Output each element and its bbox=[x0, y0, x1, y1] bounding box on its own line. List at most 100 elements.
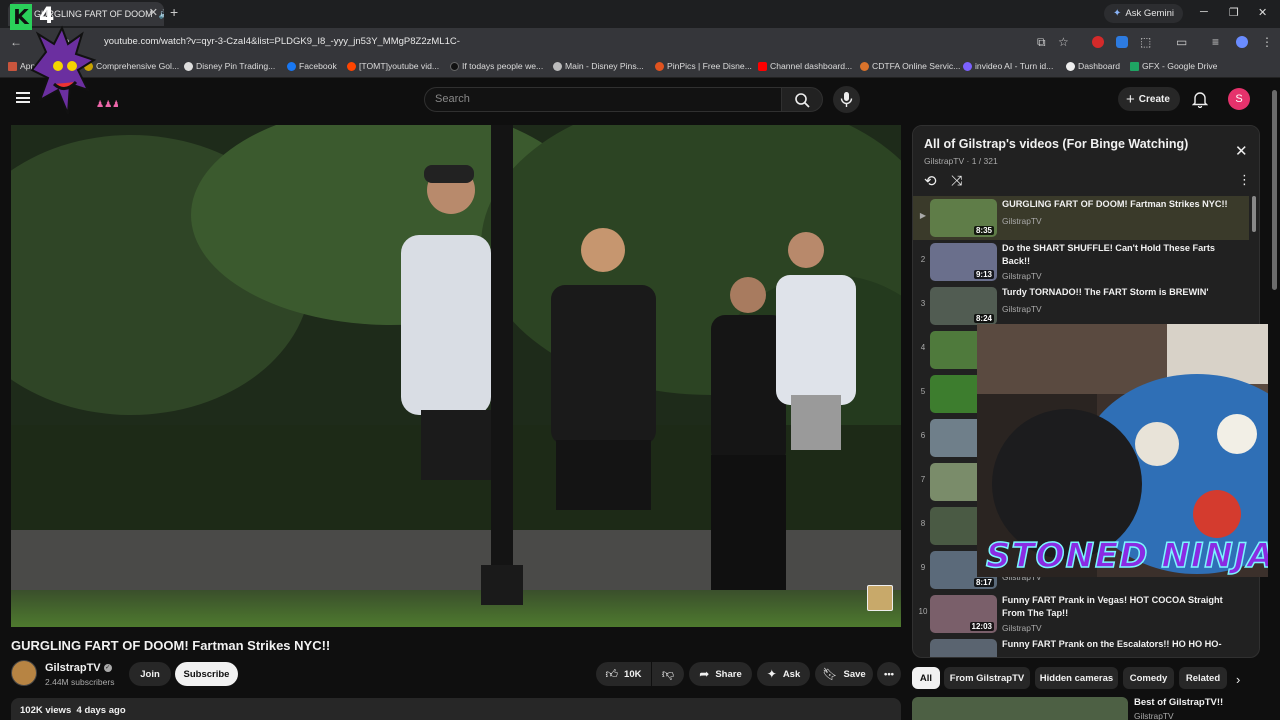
bookmark-item[interactable]: Channel dashboard... bbox=[758, 61, 852, 71]
cartoon-mascot-icon: ♟♟♟ bbox=[30, 25, 118, 115]
create-label: Create bbox=[1138, 93, 1170, 105]
account-avatar[interactable]: S bbox=[1228, 88, 1250, 110]
save-button[interactable]: 🔖︎ Save bbox=[815, 662, 873, 686]
channel-avatar[interactable] bbox=[11, 660, 37, 686]
google-drive-icon bbox=[1130, 61, 1139, 71]
minimize-icon[interactable]: ─ bbox=[1200, 6, 1208, 18]
playlist-item-title: Funny FART Prank on the Escalators!! HO … bbox=[1002, 639, 1222, 649]
gemini-icon: ✦ bbox=[1113, 8, 1122, 19]
now-playing-icon: ▶ bbox=[919, 211, 927, 220]
bookmark-item[interactable]: PinPics | Free Disne... bbox=[655, 61, 752, 71]
playlist-item-title: Do the SHART SHUFFLE! Can't Hold These F… bbox=[1002, 243, 1215, 266]
page-scrollbar[interactable] bbox=[1268, 78, 1280, 720]
bookmark-item[interactable]: invideo AI - Turn id... bbox=[963, 61, 1053, 71]
close-playlist-icon[interactable]: ✕ bbox=[1235, 142, 1248, 160]
subscriber-count: 2.44M subscribers bbox=[45, 677, 115, 687]
bookmark-icon: 🔖︎ bbox=[822, 667, 838, 681]
share-button[interactable]: ➦ Share bbox=[689, 662, 752, 686]
bookmark-item[interactable]: CDTFA Online Servic... bbox=[860, 61, 960, 71]
search-button[interactable] bbox=[781, 87, 823, 112]
playlist-header: All of Gilstrap's videos (For Binge Watc… bbox=[913, 126, 1259, 196]
recommended-video-title[interactable]: Best of GilstrapTV!! bbox=[1134, 697, 1223, 708]
video-thumbnail: 8:24 bbox=[930, 287, 997, 325]
dislike-button[interactable]: 👎︎ bbox=[652, 662, 684, 686]
chip-all[interactable]: All bbox=[912, 667, 940, 689]
chip-hidden-cameras[interactable]: Hidden cameras bbox=[1035, 667, 1118, 689]
bookmark-item[interactable]: Disney Pin Trading... bbox=[184, 61, 275, 71]
chevron-right-icon[interactable]: › bbox=[1236, 672, 1240, 687]
extension-icon[interactable] bbox=[1116, 36, 1128, 48]
bookmark-item[interactable]: GFX - Google Drive bbox=[1130, 61, 1217, 71]
playlist-item[interactable]: 2 9:13 Do the SHART SHUFFLE! Can't Hold … bbox=[913, 240, 1249, 284]
channel-watermark[interactable] bbox=[867, 585, 893, 611]
description-box[interactable] bbox=[11, 698, 901, 720]
like-button[interactable]: 👍︎ 10K bbox=[596, 662, 651, 686]
reddit-icon bbox=[347, 61, 356, 71]
webcam-label: STONED NINJA bbox=[985, 535, 1275, 577]
bookmark-favicon-icon bbox=[553, 61, 562, 71]
notifications-button[interactable] bbox=[1191, 90, 1209, 113]
ask-gemini-label: Ask Gemini bbox=[1125, 8, 1174, 19]
video-player[interactable] bbox=[11, 125, 901, 627]
chip-from-channel[interactable]: From GilstrapTV bbox=[944, 667, 1030, 689]
bookmark-item[interactable]: Dashboard bbox=[1066, 61, 1120, 71]
shuffle-icon[interactable]: ⤨ bbox=[951, 172, 962, 189]
recommended-video-thumbnail[interactable] bbox=[912, 697, 1128, 720]
close-window-icon[interactable]: ✕ bbox=[1258, 6, 1267, 19]
speaker-icon[interactable]: 🔊 bbox=[159, 9, 164, 20]
close-tab-icon[interactable]: ✕ bbox=[149, 6, 158, 19]
channel-logo-overlay: K 4 ♟♟♟ bbox=[10, 4, 118, 150]
playlist-item-title: Turdy TORNADO!! The FART Storm is BREWIN… bbox=[1002, 287, 1209, 297]
pinpics-icon bbox=[655, 61, 664, 71]
video-thumbnail bbox=[930, 639, 997, 657]
bookmark-item[interactable]: If todays people we... bbox=[450, 61, 543, 71]
chip-comedy[interactable]: Comedy bbox=[1123, 667, 1174, 689]
profile-icon[interactable] bbox=[1236, 36, 1248, 48]
more-actions-button[interactable]: ••• bbox=[877, 662, 901, 686]
verified-check-icon: ✓ bbox=[103, 664, 112, 672]
install-icon[interactable]: ⧉ bbox=[1037, 35, 1046, 50]
bookmark-item[interactable]: [TOMT]youtube vid... bbox=[347, 61, 439, 71]
playlist-item[interactable]: Funny FART Prank on the Escalators!! HO … bbox=[913, 636, 1249, 657]
ask-button[interactable]: ✦ Ask bbox=[757, 662, 810, 686]
bookmark-star-icon[interactable]: ☆ bbox=[1058, 35, 1069, 49]
create-button[interactable]: + Create bbox=[1118, 87, 1180, 111]
bookmarks-bar: App Comprehensive Gol... Disney Pin Trad… bbox=[0, 56, 1280, 78]
url-field[interactable]: youtube.com/watch?v=qyr-3-CzaI4&list=PLD… bbox=[104, 36, 460, 47]
channel-name[interactable]: GilstrapTV ✓ bbox=[45, 662, 112, 674]
recommended-video-channel: GilstrapTV bbox=[1134, 711, 1174, 720]
playlist-more-icon[interactable]: ⋮ bbox=[1238, 172, 1251, 188]
playlist-item-channel: GilstrapTV bbox=[1002, 304, 1042, 314]
bookmark-facebook[interactable]: Facebook bbox=[287, 61, 337, 71]
loop-icon[interactable]: ⟲ bbox=[924, 172, 937, 190]
bookmark-favicon-icon bbox=[860, 61, 869, 71]
playlist-item[interactable]: 10 12:03 Funny FART Prank in Vegas! HOT … bbox=[913, 592, 1249, 636]
playlist-meta: GilstrapTV · 1 / 321 bbox=[924, 156, 998, 166]
address-bar-row: ← ↻ youtube.com/watch?v=qyr-3-CzaI4&list… bbox=[0, 28, 1280, 56]
voice-search-button[interactable] bbox=[833, 86, 860, 113]
search-input[interactable]: Search bbox=[424, 87, 782, 112]
tiktok-icon bbox=[450, 61, 459, 71]
restore-icon[interactable]: ❐ bbox=[1229, 6, 1239, 19]
join-button[interactable]: Join bbox=[129, 662, 171, 686]
video-thumbnail: 12:03 bbox=[930, 595, 997, 633]
subscribe-button[interactable]: Subscribe bbox=[175, 662, 238, 686]
playlist-title[interactable]: All of Gilstrap's videos (For Binge Watc… bbox=[924, 137, 1188, 151]
playlist-scrollbar[interactable] bbox=[1252, 196, 1256, 232]
menu-dots-icon[interactable]: ⋮ bbox=[1261, 35, 1273, 49]
extension-icon[interactable] bbox=[1092, 36, 1104, 48]
new-tab-button[interactable]: + bbox=[170, 4, 178, 20]
facebook-icon bbox=[287, 61, 296, 71]
playlist-item[interactable]: ▶ 8:35 GURGLING FART OF DOOM! Fartman St… bbox=[913, 196, 1249, 240]
playlist-item[interactable]: 3 8:24 Turdy TORNADO!! The FART Storm is… bbox=[913, 284, 1249, 328]
extensions-puzzle-icon[interactable]: ⬚ bbox=[1140, 35, 1151, 49]
bookmark-item[interactable]: Main - Disney Pins... bbox=[553, 61, 644, 71]
ask-gemini-button[interactable]: ✦ Ask Gemini bbox=[1104, 4, 1183, 23]
split-view-icon[interactable]: ▭ bbox=[1176, 35, 1187, 49]
chip-related[interactable]: Related bbox=[1179, 667, 1227, 689]
view-stats: 102K views 4 days ago bbox=[20, 705, 126, 716]
playlist-item-channel: GilstrapTV bbox=[1002, 216, 1042, 226]
sparkle-icon: ✦ bbox=[766, 667, 777, 681]
share-arrow-icon: ➦ bbox=[699, 667, 710, 681]
reading-list-icon[interactable]: ≡ bbox=[1212, 35, 1219, 49]
